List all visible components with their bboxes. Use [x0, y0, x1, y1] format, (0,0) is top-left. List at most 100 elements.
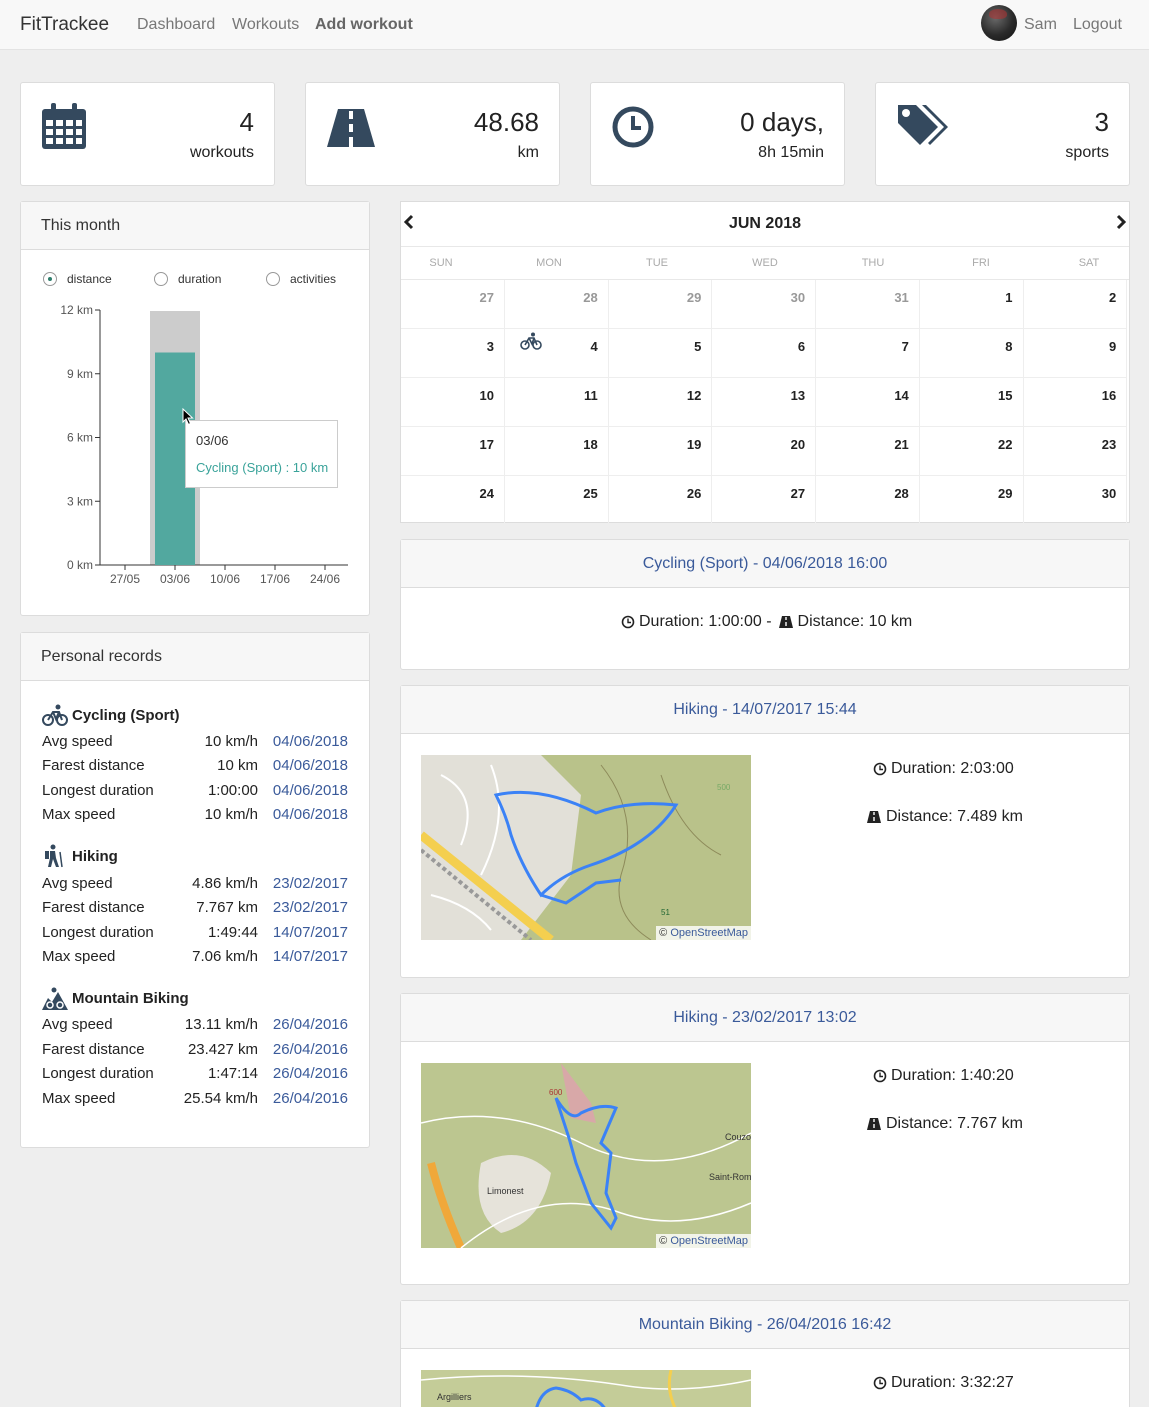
- day-number: 29: [686, 290, 702, 305]
- calendar-daynames: SUN MON TUE WED THU FRI SAT: [401, 246, 1129, 280]
- mouse-cursor-icon: [182, 408, 194, 426]
- record-date-link[interactable]: 04/06/2018: [273, 782, 348, 799]
- calendar-day[interactable]: 29: [608, 280, 713, 329]
- calendar-day[interactable]: 8: [919, 329, 1024, 378]
- calendar-day[interactable]: 15: [919, 378, 1024, 427]
- workout-title[interactable]: Hiking - 14/07/2017 15:44: [401, 686, 1129, 734]
- record-date-link[interactable]: 23/02/2017: [273, 899, 348, 916]
- record-date-link[interactable]: 23/02/2017: [273, 875, 348, 892]
- day-number: 10: [479, 388, 494, 403]
- calendar-day[interactable]: 14: [815, 378, 920, 427]
- record-date-link[interactable]: 26/04/2016: [273, 1041, 348, 1058]
- calendar-day[interactable]: 26: [608, 476, 713, 525]
- record-row: Longest duration 1:47:14 26/04/2016: [42, 1065, 348, 1082]
- record-sport-cycling: Cycling (Sport): [42, 703, 180, 727]
- osm-link[interactable]: OpenStreetMap: [670, 927, 748, 939]
- stat-label: workouts: [189, 144, 254, 161]
- calendar-day[interactable]: 20: [712, 427, 817, 476]
- record-date-link[interactable]: 04/06/2018: [273, 806, 348, 823]
- calendar-day[interactable]: 7: [815, 329, 920, 378]
- record-row: Farest distance 10 km 04/06/2018: [42, 757, 348, 774]
- card-title: Personal records: [21, 633, 369, 681]
- calendar-day[interactable]: 19: [608, 427, 713, 476]
- chevron-right-icon[interactable]: [1115, 214, 1127, 235]
- workout-card: Hiking - 14/07/2017 15:44 500 51 © OpenS…: [400, 685, 1130, 978]
- calendar-day[interactable]: 5: [608, 329, 713, 378]
- record-date-link[interactable]: 26/04/2016: [273, 1016, 348, 1033]
- day-number: 19: [686, 437, 702, 452]
- record-row: Max speed 7.06 km/h 14/07/2017: [42, 948, 348, 965]
- workout-map[interactable]: Argilliers: [421, 1370, 751, 1407]
- clock-icon: [873, 1376, 887, 1390]
- nav-workouts[interactable]: Workouts: [232, 16, 299, 34]
- stat-label: km: [517, 144, 539, 161]
- record-date-link[interactable]: 26/04/2016: [273, 1065, 348, 1082]
- calendar-day[interactable]: 28: [815, 476, 920, 525]
- calendar-day[interactable]: 31: [815, 280, 920, 329]
- workout-map[interactable]: 600 Limonest Saint-Roma Couzo © OpenStre…: [421, 1063, 751, 1248]
- nav-dashboard[interactable]: Dashboard: [137, 16, 215, 34]
- month-bar-chart[interactable]: 0 km 3 km 6 km 9 km 12 km 27/05 03/06 10/06 17/0…: [20, 201, 370, 616]
- workout-title[interactable]: Mountain Biking - 26/04/2016 16:42: [401, 1301, 1129, 1349]
- workout-title[interactable]: Cycling (Sport) - 04/06/2018 16:00: [401, 540, 1129, 588]
- workout-card: Cycling (Sport) - 04/06/2018 16:00 Durat…: [400, 539, 1130, 670]
- calendar-day[interactable]: 25: [504, 476, 609, 525]
- calendar-day[interactable]: 28: [504, 280, 609, 329]
- day-number: 31: [894, 290, 909, 305]
- record-date-link[interactable]: 04/06/2018: [273, 733, 348, 750]
- stat-time: 0 days, 8h 15min: [590, 82, 845, 186]
- calendar-day[interactable]: 3: [401, 329, 505, 378]
- stat-distance: 48.68 km: [305, 82, 560, 186]
- brand-logo[interactable]: FitTrackee: [20, 14, 109, 36]
- x-tick-label: 27/05: [110, 572, 140, 586]
- cycling-icon: [42, 704, 68, 726]
- workout-map[interactable]: 500 51 © OpenStreetMap: [421, 755, 751, 940]
- nav-add-workout[interactable]: Add workout: [315, 16, 413, 34]
- chart-tooltip: 03/06 Cycling (Sport) : 10 km: [185, 420, 338, 488]
- record-date-link[interactable]: 14/07/2017: [273, 924, 348, 941]
- calendar-day[interactable]: 30: [1023, 476, 1128, 525]
- map-label: 500: [717, 783, 731, 792]
- road-icon: [778, 616, 793, 628]
- calendar-day[interactable]: 30: [712, 280, 817, 329]
- calendar-day[interactable]: 1: [919, 280, 1024, 329]
- calendar-day[interactable]: 9: [1023, 329, 1128, 378]
- dayname: SAT: [1078, 257, 1100, 269]
- osm-link[interactable]: OpenStreetMap: [670, 1235, 748, 1247]
- calendar-day[interactable]: 29: [919, 476, 1024, 525]
- calendar-day[interactable]: 12: [608, 378, 713, 427]
- navbar: FitTrackee Dashboard Workouts Add workou…: [0, 0, 1149, 50]
- day-number: 16: [1101, 388, 1117, 403]
- day-number: 8: [1005, 339, 1013, 354]
- cycling-icon[interactable]: [520, 332, 542, 350]
- record-date-link[interactable]: 04/06/2018: [273, 757, 348, 774]
- workout-title[interactable]: Hiking - 23/02/2017 13:02: [401, 994, 1129, 1042]
- chevron-left-icon[interactable]: [403, 214, 415, 235]
- calendar-day[interactable]: 27: [401, 280, 505, 329]
- calendar-day[interactable]: 6: [712, 329, 817, 378]
- calendar-day[interactable]: 27: [712, 476, 817, 525]
- calendar-day[interactable]: 18: [504, 427, 609, 476]
- calendar-day[interactable]: 13: [712, 378, 817, 427]
- x-tick-label: 17/06: [260, 572, 290, 586]
- calendar-day[interactable]: 16: [1023, 378, 1128, 427]
- workout-duration: Duration: 1:40:20: [873, 1067, 1014, 1085]
- dayname: MON: [536, 257, 562, 269]
- calendar-day[interactable]: 23: [1023, 427, 1128, 476]
- nav-logout[interactable]: Logout: [1073, 16, 1122, 34]
- calendar-day[interactable]: 17: [401, 427, 505, 476]
- record-row: Longest duration 1:00:00 04/06/2018: [42, 782, 348, 799]
- record-row: Longest duration 1:49:44 14/07/2017: [42, 924, 348, 941]
- stat-sports: 3 sports: [875, 82, 1130, 186]
- map-label: 51: [661, 908, 670, 917]
- avatar[interactable]: [981, 5, 1017, 41]
- record-date-link[interactable]: 26/04/2016: [273, 1090, 348, 1107]
- calendar-day[interactable]: 24: [401, 476, 505, 525]
- nav-user[interactable]: Sam: [1024, 16, 1057, 34]
- calendar-day[interactable]: 2: [1023, 280, 1128, 329]
- record-date-link[interactable]: 14/07/2017: [273, 948, 348, 965]
- calendar-day[interactable]: 22: [919, 427, 1024, 476]
- calendar-day[interactable]: 10: [401, 378, 505, 427]
- calendar-day[interactable]: 11: [504, 378, 609, 427]
- calendar-day[interactable]: 21: [815, 427, 920, 476]
